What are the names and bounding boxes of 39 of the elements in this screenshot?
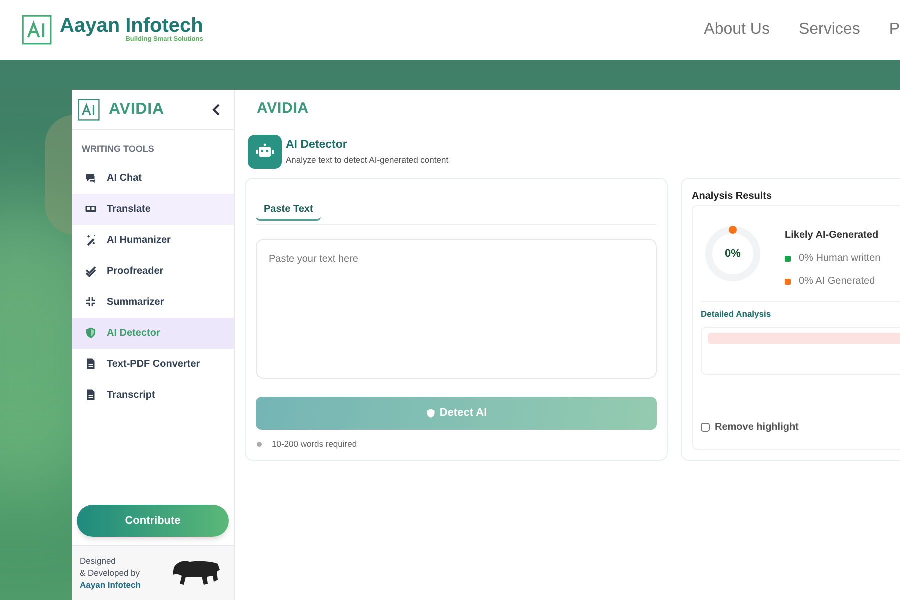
shield-icon — [426, 408, 436, 419]
sidebar-item[interactable]: Translate — [72, 194, 234, 224]
section-heading: Detailed Analysis — [701, 308, 772, 321]
magic-wand-icon — [85, 234, 97, 246]
tab[interactable]: Paste Text — [256, 199, 322, 221]
checkbox[interactable] — [701, 423, 710, 432]
text-input[interactable]: Paste your text here — [256, 239, 657, 379]
score-reading: 0% — [725, 246, 741, 262]
robot-icon — [248, 135, 282, 169]
collapse-chevron-icon[interactable] — [212, 104, 222, 116]
translate-icon — [85, 203, 97, 215]
nav-link[interactable]: P — [889, 18, 900, 42]
credit-text: & Developed by — [80, 567, 141, 579]
score-gauge — [705, 226, 761, 282]
section-heading: WRITING TOOLS — [81, 143, 156, 156]
sidebar-title: AVIDIA — [109, 100, 164, 120]
brand-name: Aayan Infotech — [60, 16, 204, 36]
compress-icon — [85, 296, 97, 308]
document-icon — [85, 389, 97, 401]
bullet-icon — [257, 442, 262, 447]
shield-icon — [85, 327, 97, 339]
double-check-icon — [85, 265, 97, 277]
legend-label: 0% AI Generated — [799, 275, 876, 289]
verdict-text: Likely AI-Generated — [785, 229, 880, 243]
document-icon — [85, 358, 97, 370]
nav-link[interactable]: About Us — [704, 18, 770, 42]
nav-link[interactable]: Services — [798, 18, 860, 42]
credit-text: Designed — [80, 555, 117, 567]
remove-highlight-checkbox[interactable]: Remove highlight — [701, 420, 900, 435]
logo-icon — [78, 98, 100, 120]
tool-title: AI Detector — [286, 138, 348, 153]
legend-label: 0% Human written — [799, 252, 881, 266]
logo-icon — [22, 15, 52, 45]
results-title: Analysis Results — [692, 190, 774, 204]
page-title: AVIDIA — [256, 99, 310, 119]
tool-description: Analyze text to detect AI-generated content — [286, 154, 449, 167]
chat-bubbles-icon — [85, 172, 97, 184]
company-link[interactable]: Aayan Infotech — [80, 579, 141, 591]
hint-text: 10-200 words required — [272, 438, 358, 451]
